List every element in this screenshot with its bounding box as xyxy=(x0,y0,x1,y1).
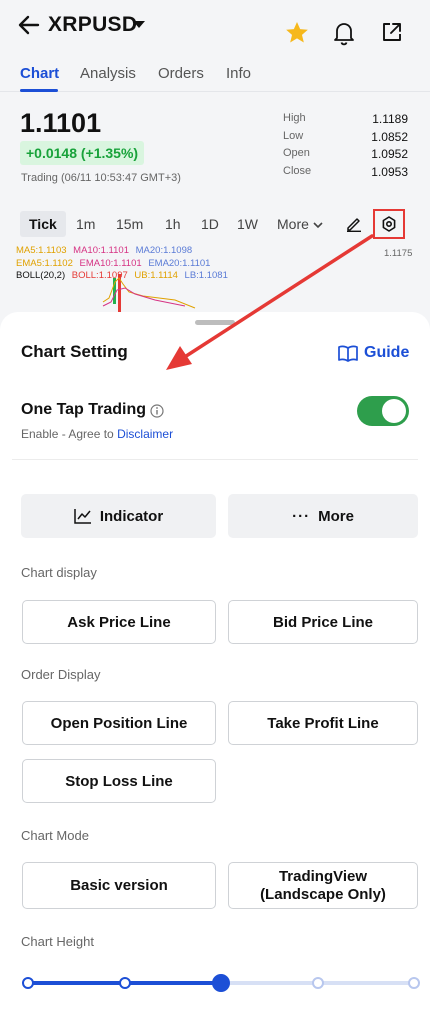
guide-label: Guide xyxy=(364,344,410,361)
stat-low: Low 1.0852 xyxy=(283,130,408,148)
star-icon[interactable] xyxy=(284,20,310,46)
stat-label: Open xyxy=(283,147,310,159)
take-profit-line-label: Take Profit Line xyxy=(267,714,379,732)
symbol-title[interactable]: XRPUSD xyxy=(48,13,137,37)
boll-label: BOLL(20,2) xyxy=(16,270,66,281)
ask-price-line-button[interactable]: Ask Price Line xyxy=(22,600,216,644)
tradingview-button[interactable]: TradingView (Landscape Only) xyxy=(228,862,418,909)
more-button-label: More xyxy=(318,507,354,525)
one-tap-trading-subtitle: Enable - Agree to Disclaimer xyxy=(21,427,173,441)
top-bar: XRPUSD xyxy=(0,0,430,56)
stat-label: Low xyxy=(283,129,304,142)
ema5-value: EMA5:1.1102 xyxy=(16,257,73,269)
sheet-title: Chart Setting xyxy=(21,342,128,361)
interval-more[interactable]: More xyxy=(277,216,323,232)
basic-version-button[interactable]: Basic version xyxy=(22,862,216,909)
indicator-button-label: Indicator xyxy=(99,507,164,525)
ellipsis-icon: ··· xyxy=(292,507,311,525)
stat-value: 1.0953 xyxy=(371,164,408,179)
chart-settings-button[interactable] xyxy=(373,209,405,239)
more-button[interactable]: ··· More xyxy=(228,494,418,538)
one-tap-trading-toggle[interactable] xyxy=(357,396,409,426)
price-stats: High 1.1189 Low 1.0852 Open 1.0952 Close… xyxy=(283,112,408,182)
trading-time: Trading (06/11 10:53:47 GMT+3) xyxy=(21,172,181,184)
one-tap-sub-text: Enable - Agree to xyxy=(21,427,118,441)
bid-price-line-button[interactable]: Bid Price Line xyxy=(228,600,418,644)
toggle-knob xyxy=(382,399,406,423)
chart-height-step-2[interactable] xyxy=(118,977,131,989)
chart-height-step-5[interactable] xyxy=(408,977,420,989)
chart-y-axis-label: 1.1175 xyxy=(384,248,413,259)
stop-loss-line-button[interactable]: Stop Loss Line xyxy=(22,759,216,803)
chart-height-label: Chart Height xyxy=(21,934,94,949)
basic-version-label: Basic version xyxy=(70,877,168,894)
interval-bar: Tick 1m 15m 1h 1D 1W More xyxy=(20,209,410,239)
interval-more-label: More xyxy=(277,216,309,232)
interval-1d[interactable]: 1D xyxy=(201,216,219,232)
tab-info[interactable]: Info xyxy=(226,65,251,82)
interval-1m[interactable]: 1m xyxy=(76,216,95,232)
stat-value: 1.0952 xyxy=(371,147,408,161)
price-change-badge: +0.0148 (+1.35%) xyxy=(20,141,145,165)
stat-open: Open 1.0952 xyxy=(283,147,408,165)
interval-1w[interactable]: 1W xyxy=(237,216,258,232)
stat-label: High xyxy=(283,112,306,124)
take-profit-line-button[interactable]: Take Profit Line xyxy=(228,701,418,745)
chart-display-label: Chart display xyxy=(21,565,97,580)
interval-1h[interactable]: 1h xyxy=(165,216,181,232)
stat-value: 1.1189 xyxy=(372,112,408,126)
gear-icon xyxy=(382,216,396,232)
chart-height-step-4[interactable] xyxy=(311,977,324,989)
ma5-value: MA5:1.1103 xyxy=(16,245,67,256)
divider xyxy=(12,459,418,460)
stat-close: Close 1.0953 xyxy=(283,165,408,183)
chart-setting-sheet: Chart Setting Guide One Tap Trading Enab… xyxy=(0,312,430,1024)
chart-mode-label: Chart Mode xyxy=(21,828,89,843)
tradingview-sublabel: (Landscape Only) xyxy=(260,885,386,903)
chevron-down-icon xyxy=(313,222,323,229)
interval-15m[interactable]: 15m xyxy=(116,216,143,232)
ema20-value: EMA20:1.1101 xyxy=(148,257,211,269)
pencil-icon[interactable] xyxy=(346,216,362,232)
tab-bar: Chart Analysis Orders Info xyxy=(0,60,430,92)
indicator-button[interactable]: Indicator xyxy=(21,494,216,538)
ma20-value: MA20:1.1098 xyxy=(135,245,193,256)
tab-orders[interactable]: Orders xyxy=(158,65,204,82)
stat-label: Close xyxy=(283,164,312,177)
sheet-drag-handle[interactable] xyxy=(195,320,235,325)
share-icon[interactable] xyxy=(381,21,403,43)
ask-price-line-label: Ask Price Line xyxy=(67,613,171,631)
stop-loss-line-label: Stop Loss Line xyxy=(65,772,173,790)
chart-height-step-3[interactable] xyxy=(212,974,230,992)
tab-analysis[interactable]: Analysis xyxy=(80,65,136,82)
interval-tick[interactable]: Tick xyxy=(20,211,66,237)
open-position-line-label: Open Position Line xyxy=(50,714,188,732)
chevron-down-icon[interactable] xyxy=(133,21,145,28)
active-tab-indicator xyxy=(20,89,58,92)
stat-value: 1.0852 xyxy=(371,129,408,144)
tradingview-label: TradingView xyxy=(278,867,368,885)
book-icon xyxy=(338,345,358,362)
one-tap-trading-title: One Tap Trading xyxy=(21,401,147,418)
order-display-label: Order Display xyxy=(21,667,101,682)
ma10-value: MA10:1.1101 xyxy=(73,245,129,256)
ema10-value: EMA10:1.1101 xyxy=(79,257,142,269)
bid-price-line-label: Bid Price Line xyxy=(272,613,374,631)
current-price: 1.1101 xyxy=(20,108,102,138)
info-icon[interactable] xyxy=(150,404,164,418)
stat-high: High 1.1189 xyxy=(283,112,408,130)
open-position-line-button[interactable]: Open Position Line xyxy=(22,701,216,745)
back-arrow-icon[interactable] xyxy=(18,14,40,36)
disclaimer-link[interactable]: Disclaimer xyxy=(117,427,173,441)
bell-icon[interactable] xyxy=(332,20,356,46)
price-chart-preview xyxy=(102,274,196,312)
chart-line-icon xyxy=(74,509,91,524)
tab-chart[interactable]: Chart xyxy=(20,65,59,82)
chart-height-step-1[interactable] xyxy=(22,977,34,989)
